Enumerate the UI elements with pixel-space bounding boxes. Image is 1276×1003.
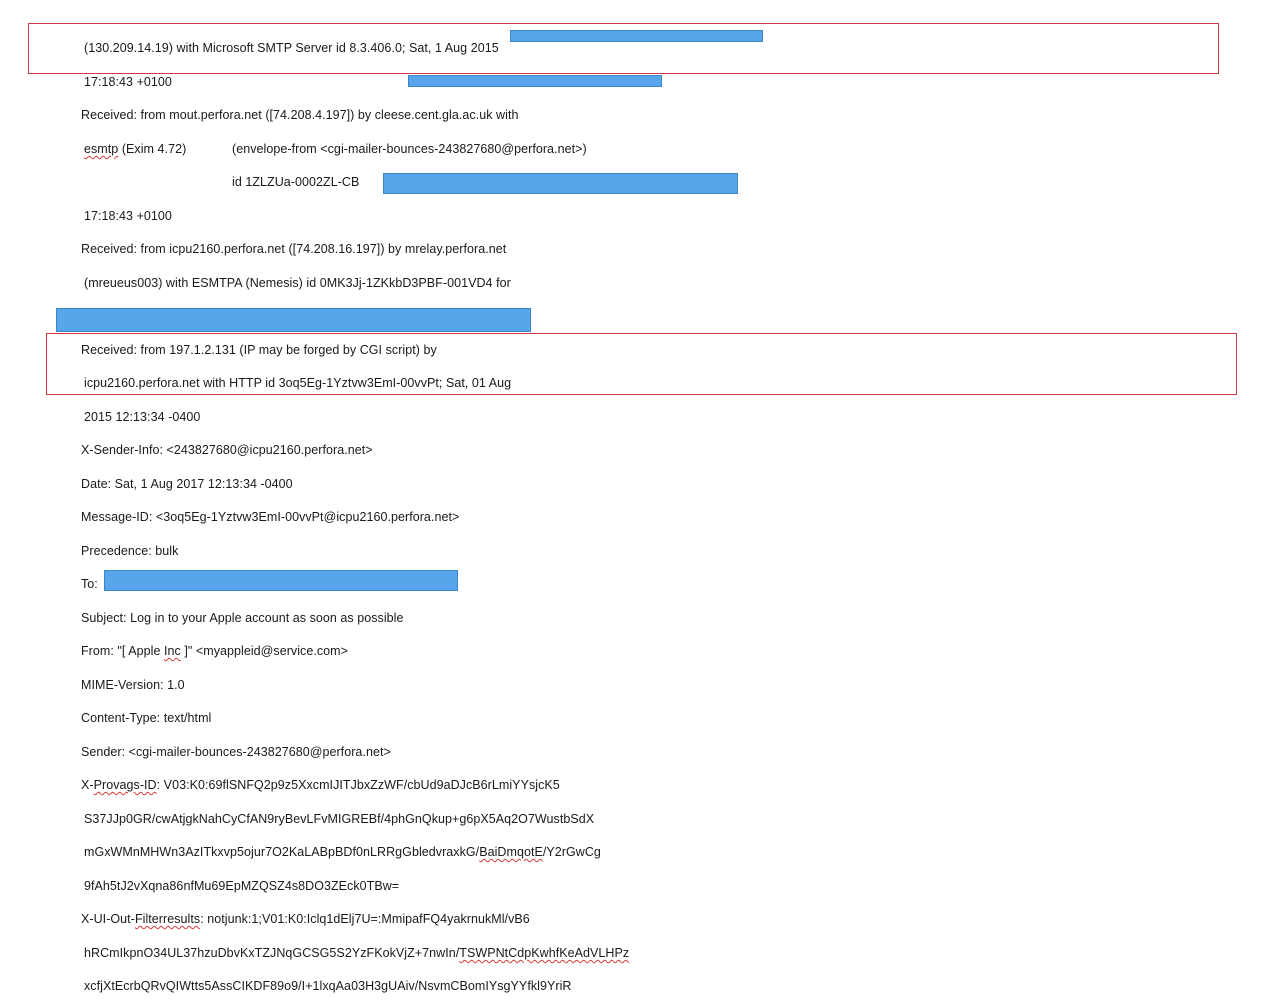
- header-line-text: hRCmIkpnO34UL37hzuDbvKxTZJNqGCSG5S2YzFKo…: [84, 946, 460, 960]
- spellcheck-word: Filterresults: [134, 912, 201, 926]
- header-line: Received: from icpu2160.perfora.net ([74…: [81, 242, 507, 256]
- header-line: MIME-Version: 1.0: [81, 678, 185, 692]
- spellcheck-word: TSWPNtCdpKwhfKeAdVLHPz: [459, 946, 630, 960]
- header-line: (mreueus003) with ESMTPA (Nemesis) id 0M…: [84, 276, 511, 290]
- redaction-bar: [383, 173, 738, 194]
- header-line: esmtp (Exim 4.72): [84, 141, 186, 157]
- header-line: 9fAh5tJ2vXqna86nfMu69EpMZQSZ4s8DO3ZEck0T…: [84, 879, 400, 893]
- header-line: S37JJp0GR/cwAtjgkNahCyCfAN9ryBevLFvMIGRE…: [84, 812, 595, 826]
- header-line-text: From: "[ Apple: [81, 644, 164, 658]
- redaction-bar: [408, 75, 662, 87]
- redaction-bar: [56, 308, 531, 332]
- header-line: Received: from mout.perfora.net ([74.208…: [81, 108, 519, 122]
- header-line-text: X-: [81, 778, 94, 792]
- email-header-document: (130.209.14.19) with Microsoft SMTP Serv…: [0, 0, 1276, 1003]
- header-line: Subject: Log in to your Apple account as…: [81, 611, 404, 625]
- header-line-text: ]" <myappleid@service.com>: [180, 644, 348, 658]
- header-line-text: : notjunk:1;V01:K0:Iclq1dElj7U=:MmipafFQ…: [200, 912, 530, 926]
- header-line: (envelope-from <cgi-mailer-bounces-24382…: [232, 142, 587, 156]
- header-line: Message-ID: <3oq5Eg-1Yztvw3EmI-00vvPt@ic…: [81, 510, 460, 524]
- header-line: To:: [81, 577, 98, 591]
- header-line-text: X-UI-Out-: [81, 912, 135, 926]
- spellcheck-word: Inc: [164, 644, 181, 658]
- header-line: Received: from 197.1.2.131 (IP may be fo…: [81, 343, 437, 357]
- header-line: 17:18:43 +0100: [84, 75, 172, 89]
- header-line: Date: Sat, 1 Aug 2017 12:13:34 -0400: [81, 477, 293, 491]
- header-line-text: : V03:K0:69flSNFQ2p9z5XxcmIJITJbxZzWF/cb…: [156, 778, 560, 792]
- header-line-text: /Y2rGwCg: [542, 845, 601, 859]
- header-line: From: "[ Apple Inc ]" <myappleid@service…: [81, 643, 348, 659]
- header-line: 2015 12:13:34 -0400: [84, 410, 201, 424]
- header-line: Sender: <cgi-mailer-bounces-243827680@pe…: [81, 745, 391, 759]
- header-line: 17:18:43 +0100: [84, 209, 172, 223]
- header-line: X-UI-Out-Filterresults: notjunk:1;V01:K0…: [81, 911, 530, 927]
- header-line: Precedence: bulk: [81, 544, 179, 558]
- header-line: (130.209.14.19) with Microsoft SMTP Serv…: [84, 41, 499, 55]
- header-line: icpu2160.perfora.net with HTTP id 3oq5Eg…: [84, 376, 512, 390]
- header-line: xcfjXtEcrbQRvQIWtts5AssCIKDF89o9/I+1lxqA…: [84, 979, 572, 993]
- header-line: Content-Type: text/html: [81, 711, 212, 725]
- header-line: hRCmIkpnO34UL37hzuDbvKxTZJNqGCSG5S2YzFKo…: [84, 945, 629, 961]
- header-line: X-Provags-ID: V03:K0:69flSNFQ2p9z5XxcmIJ…: [81, 777, 560, 793]
- spellcheck-word: esmtp: [84, 142, 119, 156]
- spellcheck-word: Provags-ID: [93, 778, 157, 792]
- redaction-bar: [510, 30, 763, 42]
- header-line-text: (Exim 4.72): [121, 142, 187, 156]
- header-line-text: mGxWMnMHWn3AzITkxvp5ojur7O2KaLABpBDf0nLR…: [84, 845, 480, 859]
- spellcheck-word: BaiDmqotE: [479, 845, 543, 859]
- header-line: id 1ZLZUa-0002ZL-CB: [232, 175, 360, 189]
- redaction-bar: [104, 570, 458, 591]
- header-line: X-Sender-Info: <243827680@icpu2160.perfo…: [81, 443, 373, 457]
- header-line: mGxWMnMHWn3AzITkxvp5ojur7O2KaLABpBDf0nLR…: [84, 844, 601, 860]
